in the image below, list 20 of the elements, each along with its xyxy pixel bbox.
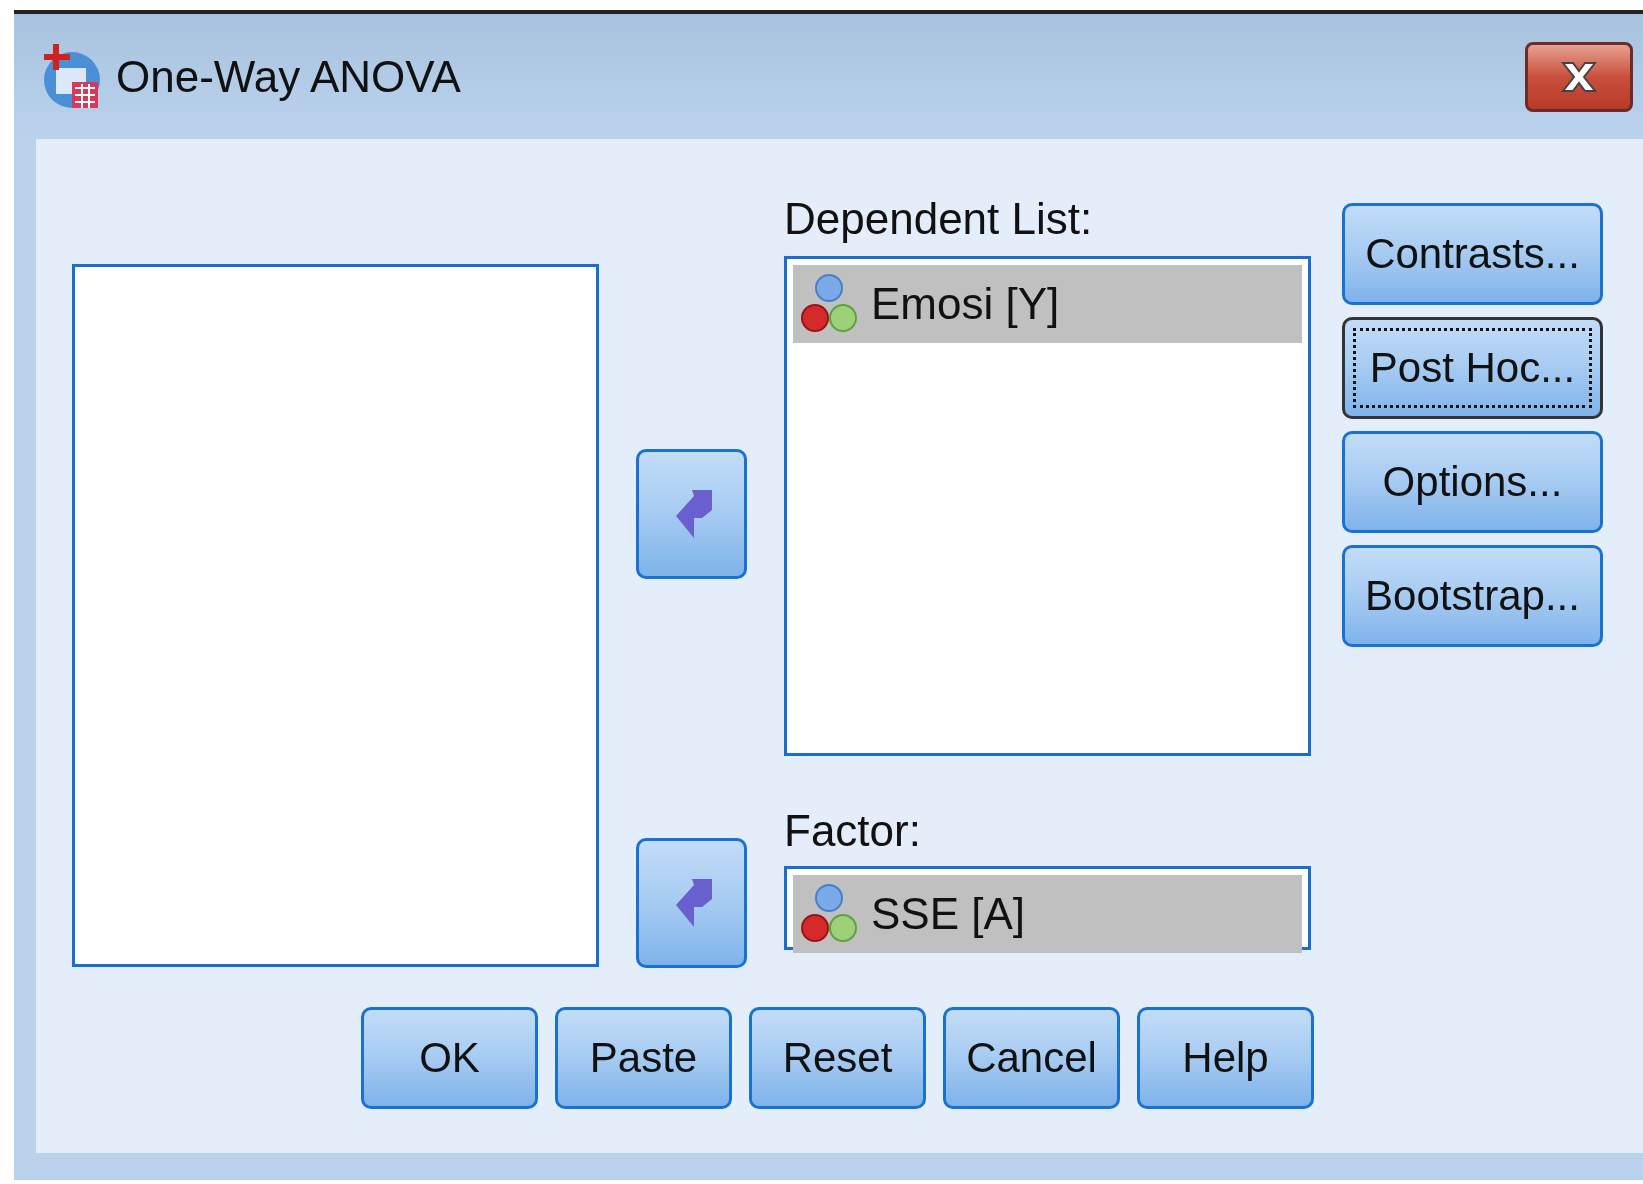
move-button[interactable] (636, 838, 747, 968)
dialog-button[interactable]: Reset (749, 1007, 926, 1109)
dialog-button[interactable]: Bootstrap... (1342, 545, 1603, 647)
dialog-button[interactable]: OK (361, 1007, 538, 1109)
field-label: Dependent List: (784, 194, 1093, 244)
dialog-button[interactable]: Post Hoc... (1342, 317, 1603, 419)
dialog-button[interactable]: Cancel (943, 1007, 1120, 1109)
field-label: Factor: (784, 806, 921, 856)
dialog-button[interactable]: Options... (1342, 431, 1603, 533)
list-item[interactable]: Emosi [Y] (793, 265, 1302, 343)
window-title: One-Way ANOVA (116, 51, 462, 102)
dialog-button[interactable]: Paste (555, 1007, 732, 1109)
dialog-button[interactable]: Contrasts... (1342, 203, 1603, 305)
dependent-list[interactable]: Emosi [Y] (784, 256, 1311, 756)
factor-field[interactable]: SSE [A] (784, 866, 1311, 950)
move-button[interactable] (636, 449, 747, 579)
dialog-button[interactable]: Help (1137, 1007, 1314, 1109)
list-item[interactable]: SSE [A] (793, 875, 1302, 953)
close-button[interactable] (1525, 41, 1633, 112)
close-icon (1559, 59, 1599, 94)
